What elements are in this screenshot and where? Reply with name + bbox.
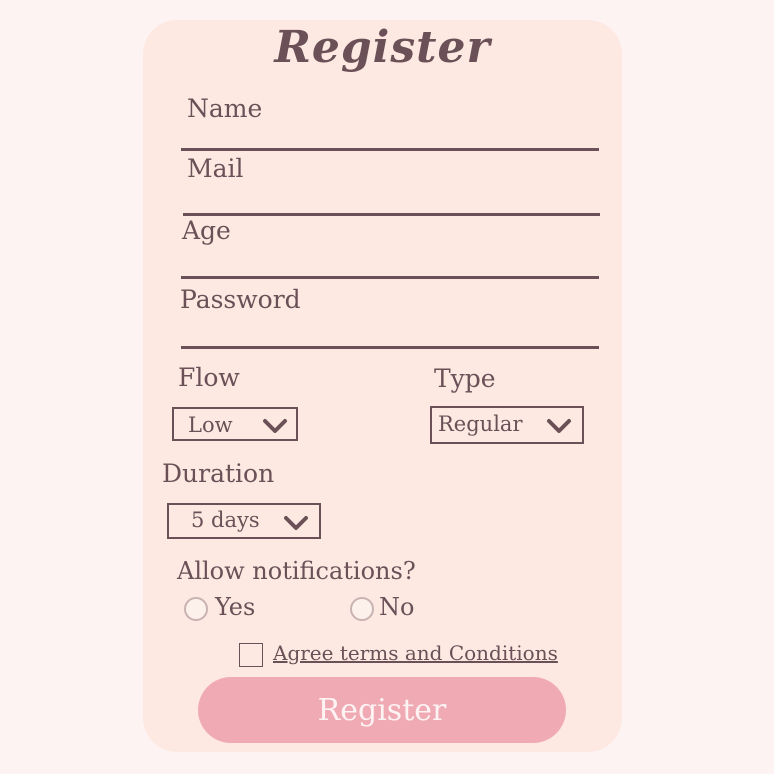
register-button[interactable]: Register [198,677,566,743]
terms-link[interactable]: Agree terms and Conditions [273,641,558,665]
notifications-question: Allow notifications? [177,557,416,585]
chevron-down-icon [284,516,308,530]
type-select-value: Regular [438,412,523,436]
chevron-down-icon [263,419,287,433]
duration-label: Duration [162,459,275,488]
flow-select[interactable]: Low [172,407,298,441]
mail-field[interactable] [183,213,600,216]
flow-select-value: Low [188,413,233,437]
duration-select[interactable]: 5 days [167,503,321,539]
age-label: Age [182,216,231,245]
type-label: Type [434,364,496,393]
notifications-no-radio[interactable] [350,597,374,621]
chevron-down-icon [547,419,571,433]
age-field[interactable] [181,276,599,279]
page-title: Register [274,22,491,73]
notifications-no-label: No [379,593,415,621]
terms-checkbox[interactable] [239,643,263,667]
password-field[interactable] [181,346,599,349]
name-field[interactable] [181,148,599,151]
notifications-yes-radio[interactable] [184,597,208,621]
name-label: Name [187,94,263,123]
type-select[interactable]: Regular [430,406,584,444]
flow-label: Flow [178,363,240,392]
notifications-yes-label: Yes [215,593,256,621]
duration-select-value: 5 days [191,508,260,532]
password-label: Password [180,285,301,314]
mail-label: Mail [187,154,244,183]
